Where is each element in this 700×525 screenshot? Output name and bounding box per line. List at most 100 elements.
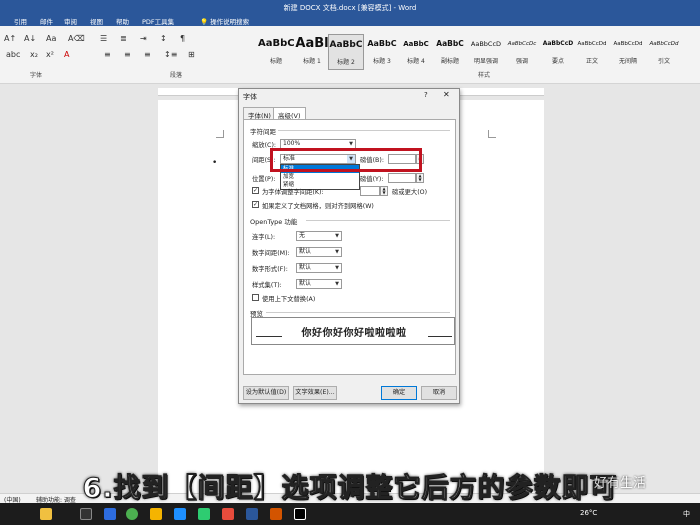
margin-corner <box>216 130 224 138</box>
style-title[interactable]: AaBbC 标题 <box>258 34 294 70</box>
wechat-icon[interactable] <box>198 508 210 520</box>
folder-icon[interactable] <box>150 508 162 520</box>
align-center-icon[interactable]: ≡ <box>124 50 131 59</box>
app-icon[interactable] <box>222 508 234 520</box>
num-forms-select[interactable]: 默认 ▼ <box>296 263 342 273</box>
opentype-section: OpenType 功能 <box>250 218 298 226</box>
chevron-down-icon: ▼ <box>335 265 339 271</box>
font-size-shrink-icon[interactable]: A↓ <box>24 34 36 43</box>
baseline <box>428 336 452 337</box>
position-label: 位置(P): <box>252 176 276 183</box>
help-button[interactable]: ? <box>424 91 428 99</box>
word-icon[interactable] <box>246 508 258 520</box>
kerning-checkbox[interactable]: ✓ <box>252 187 259 194</box>
ribbon: A↑ A↓ Aa A⌫ abc x₂ x² A 字体 ☰ ≣ ⇥ ↕ ¶ ≡ ≡… <box>0 26 700 84</box>
taskbar: 26°C 中 <box>0 503 700 525</box>
ribbon-tabs: 引用 邮件 审阅 视图 帮助 PDF工具集 💡 操作说明搜索 <box>0 14 700 26</box>
window-title: 新建 DOCX 文档.docx [兼容模式] - Word <box>283 4 417 12</box>
style-normal[interactable]: AaBbCcDd 正文 <box>574 34 610 70</box>
close-icon[interactable]: ✕ <box>443 90 450 99</box>
chevron-down-icon: ▼ <box>335 281 339 287</box>
numbering-icon[interactable]: ≣ <box>120 34 127 43</box>
chevron-down-icon: ▼ <box>349 141 353 147</box>
bullet-mark: • <box>212 158 218 168</box>
divider <box>266 312 450 313</box>
tab-mailings[interactable]: 邮件 <box>40 16 53 26</box>
ime-indicator[interactable]: 中 <box>683 509 690 519</box>
pdf-icon[interactable] <box>270 508 282 520</box>
style-emphasis[interactable]: AaBbCcDc 强调 <box>504 34 540 70</box>
contextual-checkbox[interactable] <box>252 294 259 301</box>
taskbar-app-icon[interactable] <box>40 508 52 520</box>
browser-icon[interactable] <box>126 508 138 520</box>
kerning-spinner[interactable]: ▲ ▼ <box>380 186 388 196</box>
style-heading-4[interactable]: AaBbC 标题 4 <box>398 34 434 70</box>
weather-status[interactable]: 26°C <box>580 509 597 517</box>
bullets-icon[interactable]: ☰ <box>100 34 107 43</box>
dialog-title: 字体 <box>243 93 257 101</box>
text-effects-button[interactable]: 文字效果(E)... <box>293 386 337 400</box>
style-quote[interactable]: AaBbCcDd 引文 <box>646 34 682 70</box>
ligatures-label: 连字(L): <box>252 234 276 241</box>
style-subtitle[interactable]: AaBbC 副标题 <box>432 34 468 70</box>
ok-button[interactable]: 确定 <box>381 386 417 400</box>
ligatures-select[interactable]: 无 ▼ <box>296 231 342 241</box>
store-icon[interactable] <box>174 508 186 520</box>
superscript-icon[interactable]: x² <box>46 50 54 59</box>
option-expanded[interactable]: 加宽 <box>281 173 359 181</box>
style-heading-3[interactable]: AaBbC 标题 3 <box>364 34 400 70</box>
borders-icon[interactable]: ⊞ <box>188 50 195 59</box>
position-points-input[interactable] <box>388 173 416 183</box>
capcut-icon[interactable] <box>294 508 306 520</box>
font-size-grow-icon[interactable]: A↑ <box>4 34 16 43</box>
num-spacing-select[interactable]: 默认 ▼ <box>296 247 342 257</box>
divider <box>306 220 450 221</box>
font-dialog: 字体 ? ✕ 字体(N) 高级(V) 字符间距 缩放(C): 100% ▼ 间距(… <box>238 88 460 404</box>
subscript-icon[interactable]: x₂ <box>30 50 38 59</box>
group-font: 字体 <box>30 72 43 79</box>
tab-pdf-tools[interactable]: PDF工具集 <box>142 16 174 26</box>
style-intense-emphasis[interactable]: AaBbCcD 明显强调 <box>468 34 504 70</box>
grid-label: 如果定义了文档网格，则对齐到网格(W) <box>262 203 374 210</box>
chevron-down-icon: ▼ <box>335 233 339 239</box>
tab-view[interactable]: 视图 <box>90 16 103 26</box>
style-sets-select[interactable]: 默认 ▼ <box>296 279 342 289</box>
line-spacing-icon[interactable]: ↕≡ <box>164 50 177 59</box>
align-left-icon[interactable]: ≡ <box>104 50 111 59</box>
align-right-icon[interactable]: ≡ <box>144 50 151 59</box>
style-heading-1[interactable]: AaBl 标题 1 <box>294 34 330 70</box>
tab-references[interactable]: 引用 <box>14 16 27 26</box>
cancel-button[interactable]: 取消 <box>421 386 457 400</box>
kerning-input[interactable] <box>360 186 380 196</box>
divider <box>278 130 450 131</box>
contextual-label: 使用上下文替换(A) <box>262 296 316 303</box>
title-bar: 新建 DOCX 文档.docx [兼容模式] - Word <box>0 0 700 14</box>
position-points-spinner[interactable]: ▲ ▼ <box>416 173 424 183</box>
style-strong[interactable]: AaBbCcD 要点 <box>540 34 576 70</box>
kerning-suffix: 磅或更大(O) <box>392 189 428 196</box>
set-default-button[interactable]: 设为默认值(D) <box>243 386 289 400</box>
group-paragraph: 段落 <box>170 72 183 79</box>
style-heading-2[interactable]: AaBbC 标题 2 <box>328 34 364 70</box>
grid-checkbox[interactable]: ✓ <box>252 201 259 208</box>
margin-corner <box>488 130 496 138</box>
sort-icon[interactable]: ↕ <box>160 34 167 43</box>
tab-help[interactable]: 帮助 <box>116 16 129 26</box>
change-case-icon[interactable]: Aa <box>46 34 56 43</box>
style-no-spacing[interactable]: AaBbCcDd 无间隔 <box>610 34 646 70</box>
char-spacing-section: 字符间距 <box>250 128 276 136</box>
search-icon[interactable] <box>104 508 116 520</box>
font-color-icon[interactable]: A <box>64 50 69 59</box>
show-marks-icon[interactable]: ¶ <box>180 34 185 43</box>
chevron-down-icon: ▼ <box>335 249 339 255</box>
watermark: 好有生活 <box>594 476 647 491</box>
num-spacing-label: 数字间距(M): <box>252 250 290 257</box>
group-styles: 样式 <box>478 72 491 79</box>
start-icon[interactable] <box>80 508 92 520</box>
indent-icon[interactable]: ⇥ <box>140 34 147 43</box>
strikethrough-icon[interactable]: abc <box>6 50 20 59</box>
clear-format-icon[interactable]: A⌫ <box>68 34 85 43</box>
tab-review[interactable]: 审阅 <box>64 16 77 26</box>
style-sets-label: 样式集(T): <box>252 282 282 289</box>
tell-me-search[interactable]: 💡 操作说明搜索 <box>200 16 249 26</box>
